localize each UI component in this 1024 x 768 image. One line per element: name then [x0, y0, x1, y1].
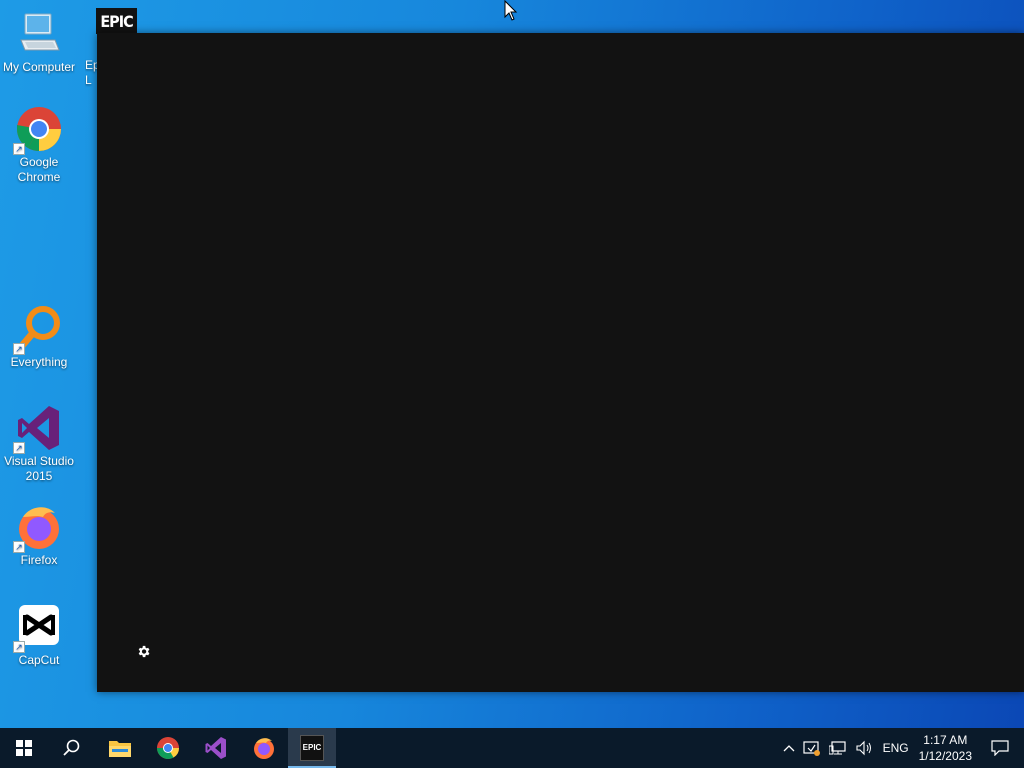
tray-network-button[interactable] — [825, 728, 851, 768]
desktop-icon-firefox[interactable]: ↗ Firefox — [0, 503, 78, 568]
windows-icon — [16, 740, 32, 756]
desktop-icon-visual-studio[interactable]: ↗ Visual Studio 2015 — [0, 404, 78, 484]
shortcut-arrow-icon: ↗ — [13, 442, 25, 454]
clock-date: 1/12/2023 — [918, 749, 972, 763]
desktop-icon-label: Everything — [10, 355, 68, 369]
clock[interactable]: 1:17 AM 1/12/2023 — [915, 728, 976, 768]
desktop-icon-label: Firefox — [20, 553, 58, 567]
folder-icon — [109, 741, 131, 757]
computer-icon — [15, 10, 63, 58]
desktop-icon-everything[interactable]: ↗ Everything — [0, 305, 78, 370]
partial-desktop-icon-label: Ep L — [85, 58, 97, 87]
notification-icon — [991, 740, 1009, 756]
taskbar-file-explorer[interactable] — [96, 728, 144, 768]
capcut-icon: ↗ — [13, 603, 63, 653]
everything-magnifier-icon: ↗ — [13, 305, 63, 355]
taskbar-firefox[interactable] — [240, 728, 288, 768]
epic-games-launcher-window[interactable] — [97, 33, 1024, 692]
shortcut-arrow-icon: ↗ — [13, 541, 25, 553]
visual-studio-icon: ↗ — [13, 404, 63, 454]
system-tray: ENG 1:17 AM 1/12/2023 — [779, 728, 1024, 768]
desktop-icon-label: My Computer — [2, 60, 76, 74]
taskbar-chrome[interactable] — [144, 728, 192, 768]
language-indicator[interactable]: ENG — [877, 728, 915, 768]
mouse-cursor-icon — [504, 0, 518, 27]
network-icon — [828, 741, 846, 755]
desktop-icon-my-computer[interactable]: My Computer — [0, 10, 78, 75]
taskbar: EPIC ENG 1:17 AM 1/12/2023 — [0, 728, 1024, 768]
firefox-icon: ↗ — [13, 503, 63, 553]
taskbar-visual-studio[interactable] — [192, 728, 240, 768]
firefox-icon — [254, 738, 274, 759]
taskbar-epic-games[interactable]: EPIC — [288, 728, 336, 768]
start-button[interactable] — [0, 728, 48, 768]
visual-studio-icon — [205, 737, 226, 759]
settings-gear-icon[interactable] — [136, 644, 151, 659]
chrome-icon — [157, 737, 179, 759]
desktop: My Computer ↗ Google Chrome ↗ Everything — [0, 0, 1024, 728]
desktop-icon-google-chrome[interactable]: ↗ Google Chrome — [0, 105, 78, 185]
show-hidden-icons-button[interactable] — [779, 728, 799, 768]
desktop-icon-label: CapCut — [18, 653, 60, 667]
desktop-icon-capcut[interactable]: ↗ CapCut — [0, 603, 78, 668]
desktop-icon-label: Visual Studio 2015 — [4, 454, 74, 483]
shortcut-arrow-icon: ↗ — [13, 641, 25, 653]
search-button[interactable] — [48, 728, 96, 768]
clock-time: 1:17 AM — [923, 733, 968, 747]
action-center-button[interactable] — [976, 728, 1024, 768]
tray-volume-button[interactable] — [851, 728, 877, 768]
desktop-icon-label: Google Chrome — [17, 155, 61, 184]
epic-games-icon: EPIC — [300, 735, 324, 761]
security-icon — [802, 741, 820, 756]
shortcut-arrow-icon: ↗ — [13, 343, 25, 355]
tray-security-button[interactable] — [799, 728, 825, 768]
epic-games-logo: EPIC — [96, 8, 137, 34]
volume-icon — [856, 740, 871, 756]
search-icon — [63, 739, 80, 756]
chrome-icon: ↗ — [13, 105, 63, 155]
shortcut-arrow-icon: ↗ — [13, 143, 25, 155]
chevron-up-icon — [783, 745, 795, 752]
